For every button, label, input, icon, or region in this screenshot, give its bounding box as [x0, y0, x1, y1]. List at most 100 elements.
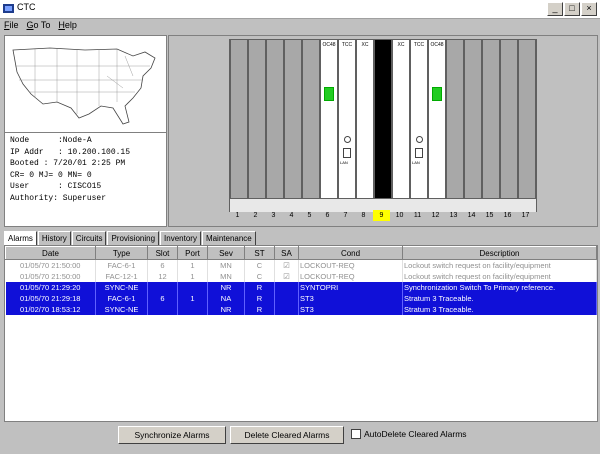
card-label: TCC — [341, 42, 353, 48]
synchronize-alarms-button[interactable]: Synchronize Alarms — [118, 426, 226, 444]
table-row[interactable]: 01/05/70 21:50:00 FAC-12-1 12 1 MN C ☑ L… — [5, 271, 597, 282]
slot-number: 7 — [343, 212, 348, 219]
card-slot-8[interactable]: XC — [356, 40, 374, 198]
card-slot-7[interactable]: TCC LAN — [338, 40, 356, 198]
cell-port: 1 — [177, 271, 208, 282]
tab-history[interactable]: History — [37, 231, 71, 246]
cell-description: Synchronization Switch To Primary refere… — [402, 282, 597, 293]
app-icon — [3, 4, 14, 13]
column-header-cond[interactable]: Cond — [298, 246, 403, 260]
column-header-sev[interactable]: Sev — [207, 246, 245, 260]
slot-14[interactable] — [464, 40, 482, 198]
cell-sev: NR — [207, 282, 245, 293]
lan-port-icon — [415, 148, 423, 158]
column-header-type[interactable]: Type — [95, 246, 148, 260]
ip-address: IP Addr : 10.200.100.15 — [10, 147, 131, 157]
slot-number: 4 — [289, 212, 294, 219]
menu-goto[interactable]: Go To — [23, 18, 55, 32]
slot-number: 5 — [307, 212, 312, 219]
slot-2[interactable] — [248, 40, 266, 198]
card-slot-6[interactable]: OC48 — [320, 40, 338, 198]
cell-sa — [274, 282, 299, 293]
card-slot-10[interactable]: XC — [392, 40, 410, 198]
tab-inventory[interactable]: Inventory — [160, 231, 201, 246]
tab-provisioning[interactable]: Provisioning — [107, 231, 160, 246]
cell-cond: ST3 — [298, 304, 403, 315]
column-header-st[interactable]: ST — [244, 246, 275, 260]
cell-date: 01/05/70 21:29:20 — [5, 282, 96, 293]
slot-number: 13 — [449, 212, 458, 219]
autodelete-checkbox[interactable] — [351, 429, 361, 439]
table-row[interactable]: 01/05/70 21:29:18 FAC-6-1 6 1 NA R ST3 S… — [5, 293, 597, 304]
slot-number: 14 — [467, 212, 476, 219]
cell-date: 01/05/70 21:50:00 — [5, 271, 96, 282]
tab-maintenance[interactable]: Maintenance — [201, 231, 256, 246]
table-row[interactable]: 01/02/70 18:53:12 SYNC-NE NR R ST3 Strat… — [5, 304, 597, 315]
column-header-date[interactable]: Date — [5, 246, 96, 260]
minimize-button[interactable]: _ — [547, 2, 563, 16]
chassis: OC48 TCC LAN XC XC TCC LAN OC48 — [229, 39, 537, 212]
cell-slot — [147, 304, 178, 315]
column-header-description[interactable]: Description — [402, 246, 597, 260]
cell-date: 01/05/70 21:50:00 — [5, 259, 96, 271]
slot-number: 3 — [271, 212, 276, 219]
slot-17[interactable] — [518, 40, 536, 198]
cell-slot: 6 — [147, 293, 178, 304]
cell-date: 01/05/70 21:29:18 — [5, 293, 96, 304]
slot-9[interactable] — [374, 40, 392, 198]
tab-alarms[interactable]: Alarms — [4, 231, 37, 246]
tab-circuits[interactable]: Circuits — [71, 231, 107, 246]
authority: Authority: Superuser — [10, 193, 107, 203]
delete-cleared-alarms-button[interactable]: Delete Cleared Alarms — [230, 426, 344, 444]
menu-help[interactable]: Help — [54, 18, 81, 32]
cell-description: Lockout switch request on facility/equip… — [402, 271, 597, 282]
cell-st: R — [244, 282, 275, 293]
cell-description: Stratum 3 Traceable. — [402, 304, 597, 315]
column-header-slot[interactable]: Slot — [147, 246, 178, 260]
us-map[interactable] — [5, 36, 166, 133]
slot-number: 17 — [521, 212, 530, 219]
column-header-port[interactable]: Port — [177, 246, 208, 260]
table-row[interactable]: 01/05/70 21:29:20 SYNC-NE NR R SYNTOPRI … — [5, 282, 597, 293]
cell-port: 1 — [177, 293, 208, 304]
alarm-table-panel: Date Type Slot Port Sev ST SA Cond Descr… — [4, 245, 598, 422]
cell-cond: SYNTOPRI — [298, 282, 403, 293]
slot-number: 12 — [431, 212, 440, 219]
slot-number: 11 — [413, 212, 422, 219]
cell-sev: MN — [207, 259, 245, 271]
cell-sa — [274, 293, 299, 304]
slot-16[interactable] — [500, 40, 518, 198]
close-button[interactable]: × — [581, 2, 597, 16]
maximize-button[interactable]: □ — [564, 2, 580, 16]
cell-description: Stratum 3 Traceable. — [402, 293, 597, 304]
slot-5[interactable] — [302, 40, 320, 198]
card-label: XC — [361, 42, 369, 48]
table-row[interactable]: 01/05/70 21:50:00 FAC-6-1 6 1 MN C ☑ LOC… — [5, 259, 597, 271]
cell-type: SYNC-NE — [95, 304, 148, 315]
slot-number: 1 — [235, 212, 240, 219]
card-slot-11[interactable]: TCC LAN — [410, 40, 428, 198]
menu-file[interactable]: File — [0, 18, 23, 32]
window-title: CTC — [17, 2, 36, 12]
slot-number: 15 — [485, 212, 494, 219]
cell-slot — [147, 282, 178, 293]
autodelete-label: AutoDelete Cleared Alarms — [364, 429, 467, 439]
cell-cond: LOCKOUT-REQ — [298, 271, 403, 282]
column-header-sa[interactable]: SA — [274, 246, 299, 260]
node-info: Node :Node-A IP Addr : 10.200.100.15 Boo… — [10, 135, 130, 204]
slot-4[interactable] — [284, 40, 302, 198]
card-slot-12[interactable]: OC48 — [428, 40, 446, 198]
booted-time: Booted : 7/20/01 2:25 PM — [10, 159, 126, 168]
cell-cond: LOCKOUT-REQ — [298, 259, 403, 271]
menu-bar: File Go To Help — [0, 18, 600, 32]
status-led — [324, 87, 334, 101]
alarm-actions: Synchronize Alarms Delete Cleared Alarms… — [0, 426, 600, 446]
slot-3[interactable] — [266, 40, 284, 198]
slot-15[interactable] — [482, 40, 500, 198]
slot-13[interactable] — [446, 40, 464, 198]
autodelete-option[interactable]: AutoDelete Cleared Alarms — [351, 429, 467, 439]
alarm-table: Date Type Slot Port Sev ST SA Cond Descr… — [5, 246, 597, 315]
slot-number: 2 — [253, 212, 258, 219]
slot-1[interactable] — [230, 40, 248, 198]
cell-sa: ☑ — [274, 259, 299, 271]
